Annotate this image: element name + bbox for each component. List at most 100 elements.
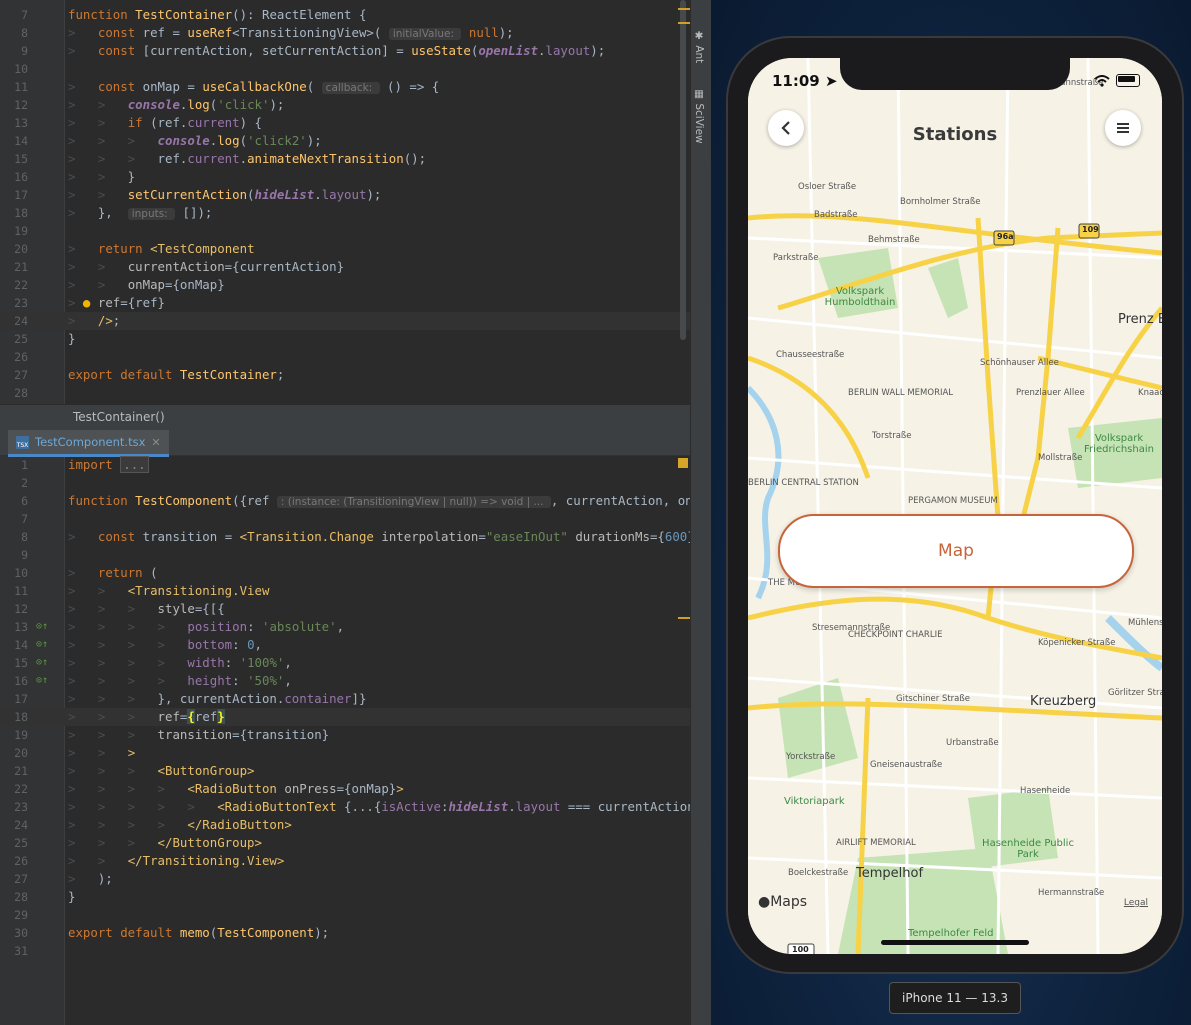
line-number[interactable]: 28	[0, 384, 28, 402]
code-text[interactable]: > > > > </RadioButton>	[68, 816, 292, 834]
code-line[interactable]: 26 > > </Transitioning.View>	[0, 852, 690, 870]
line-number[interactable]: 14	[0, 636, 28, 654]
line-number[interactable]: 31	[0, 942, 28, 960]
code-line[interactable]: 31	[0, 942, 690, 960]
line-number[interactable]: 7	[0, 510, 28, 528]
code-text[interactable]: > > console.log('click');	[68, 96, 284, 114]
line-number[interactable]: 16	[0, 168, 28, 186]
line-number[interactable]: 20	[0, 744, 28, 762]
line-number[interactable]: 25	[0, 330, 28, 348]
override-marker-icon[interactable]: ⊙↑	[36, 618, 48, 636]
warning-marker[interactable]	[678, 8, 690, 10]
line-number[interactable]: 1	[0, 456, 28, 474]
menu-button[interactable]	[1105, 110, 1141, 146]
line-number[interactable]: 13	[0, 114, 28, 132]
code-text[interactable]: > />;	[68, 312, 120, 330]
code-line[interactable]: 10	[0, 60, 690, 78]
code-line[interactable]: 28}	[0, 888, 690, 906]
line-number[interactable]: 8	[0, 528, 28, 546]
line-number[interactable]: 20	[0, 240, 28, 258]
line-number[interactable]: 11	[0, 78, 28, 96]
line-number[interactable]: 9	[0, 546, 28, 564]
code-line[interactable]: 19	[0, 222, 690, 240]
code-line[interactable]: 17 > > > }, currentAction.container]}	[0, 690, 690, 708]
code-text[interactable]: > > <Transitioning.View	[68, 582, 269, 600]
code-line[interactable]: 14 ⊙↑ > > > > bottom: 0,	[0, 636, 690, 654]
tool-tab-ant[interactable]: ✱ Ant	[693, 30, 705, 63]
line-number[interactable]: 23	[0, 798, 28, 816]
code-text[interactable]: > > > <ButtonGroup>	[68, 762, 255, 780]
line-number[interactable]: 10	[0, 60, 28, 78]
code-line[interactable]: 25 > > > </ButtonGroup>	[0, 834, 690, 852]
tool-tab-sciview[interactable]: ▦ SciView	[693, 88, 705, 144]
code-editor[interactable]: 7 function TestContainer(): ReactElement …	[0, 0, 690, 1025]
code-text[interactable]: function TestContainer(): ReactElement {	[68, 6, 366, 24]
line-number[interactable]: 6	[0, 492, 28, 510]
code-text[interactable]: > }, inputs: []);	[68, 204, 212, 223]
code-text[interactable]: > const transition = <Transition.Change …	[68, 528, 690, 546]
code-text[interactable]: > const [currentAction, setCurrentAction…	[68, 42, 605, 60]
line-number[interactable]: 12	[0, 600, 28, 618]
code-line[interactable]: 16 > > }	[0, 168, 690, 186]
code-line[interactable]: 2	[0, 474, 690, 492]
line-number[interactable]: 14	[0, 132, 28, 150]
code-line[interactable]: 17 > > setCurrentAction(hideList.layout);	[0, 186, 690, 204]
line-number[interactable]: 27	[0, 366, 28, 384]
code-line[interactable]: 14 > > > console.log('click2');	[0, 132, 690, 150]
code-line[interactable]: 7 function TestContainer(): ReactElement …	[0, 6, 690, 24]
code-text[interactable]: > ● ref={ref}	[68, 294, 165, 312]
code-line[interactable]: 25}	[0, 330, 690, 348]
code-line[interactable]: 26	[0, 348, 690, 366]
code-text[interactable]: > > > ref={ref}	[68, 708, 225, 726]
line-number[interactable]: 7	[0, 6, 28, 24]
code-text[interactable]: > > > transition={transition}	[68, 726, 329, 744]
code-line[interactable]: 18 > > > ref={ref}	[0, 708, 690, 726]
line-number[interactable]: 30	[0, 924, 28, 942]
code-text[interactable]: > > > > width: '100%',	[68, 654, 292, 672]
line-number[interactable]: 15	[0, 654, 28, 672]
line-number[interactable]: 15	[0, 150, 28, 168]
line-number[interactable]: 22	[0, 276, 28, 294]
line-number[interactable]: 28	[0, 888, 28, 906]
code-line[interactable]: 9 > const [currentAction, setCurrentActio…	[0, 42, 690, 60]
map-toggle-button[interactable]: Map	[778, 514, 1134, 588]
code-text[interactable]: > > > > height: '50%',	[68, 672, 292, 690]
editor-scrollbar[interactable]	[680, 0, 686, 340]
code-line[interactable]: 24 > > > > </RadioButton>	[0, 816, 690, 834]
line-number[interactable]: 17	[0, 690, 28, 708]
code-line[interactable]: 1 import ...	[0, 456, 690, 474]
legal-link[interactable]: Legal	[1124, 898, 1148, 908]
code-line[interactable]: 9	[0, 546, 690, 564]
code-line[interactable]: 15 > > > ref.current.animateNextTransitio…	[0, 150, 690, 168]
code-line[interactable]: 28	[0, 384, 690, 402]
code-line[interactable]: 11 > const onMap = useCallbackOne( callba…	[0, 78, 690, 96]
line-number[interactable]: 29	[0, 906, 28, 924]
line-number[interactable]: 22	[0, 780, 28, 798]
code-text[interactable]: import ...	[68, 456, 149, 474]
override-marker-icon[interactable]: ⊙↑	[36, 636, 48, 654]
code-text[interactable]: > > setCurrentAction(hideList.layout);	[68, 186, 381, 204]
code-text[interactable]: export default memo(TestComponent);	[68, 924, 329, 942]
code-text[interactable]: > > >	[68, 744, 135, 762]
code-text[interactable]: export default TestContainer;	[68, 366, 284, 384]
breadcrumb[interactable]: TestContainer()	[0, 404, 690, 431]
code-text[interactable]: > > > > position: 'absolute',	[68, 618, 344, 636]
code-line[interactable]: 18 > }, inputs: []);	[0, 204, 690, 222]
code-text[interactable]: > > </Transitioning.View>	[68, 852, 284, 870]
code-line[interactable]: 16 ⊙↑ > > > > height: '50%',	[0, 672, 690, 690]
code-line[interactable]: 20 > return <TestComponent	[0, 240, 690, 258]
code-line[interactable]: 13 ⊙↑ > > > > position: 'absolute',	[0, 618, 690, 636]
map-view[interactable]	[748, 58, 1162, 954]
code-line[interactable]: 29	[0, 906, 690, 924]
code-line[interactable]: 8 > const transition = <Transition.Change…	[0, 528, 690, 546]
line-number[interactable]: 18	[0, 204, 28, 222]
code-line[interactable]: 19 > > > transition={transition}	[0, 726, 690, 744]
code-line[interactable]: 21 > > > <ButtonGroup>	[0, 762, 690, 780]
code-line[interactable]: 13 > > if (ref.current) {	[0, 114, 690, 132]
line-number[interactable]: 26	[0, 348, 28, 366]
line-number[interactable]: 19	[0, 222, 28, 240]
line-number[interactable]: 18	[0, 708, 28, 726]
code-text[interactable]: > const onMap = useCallbackOne( callback…	[68, 78, 439, 97]
line-number[interactable]: 10	[0, 564, 28, 582]
top-editor-pane[interactable]: 7 function TestContainer(): ReactElement …	[0, 6, 690, 404]
